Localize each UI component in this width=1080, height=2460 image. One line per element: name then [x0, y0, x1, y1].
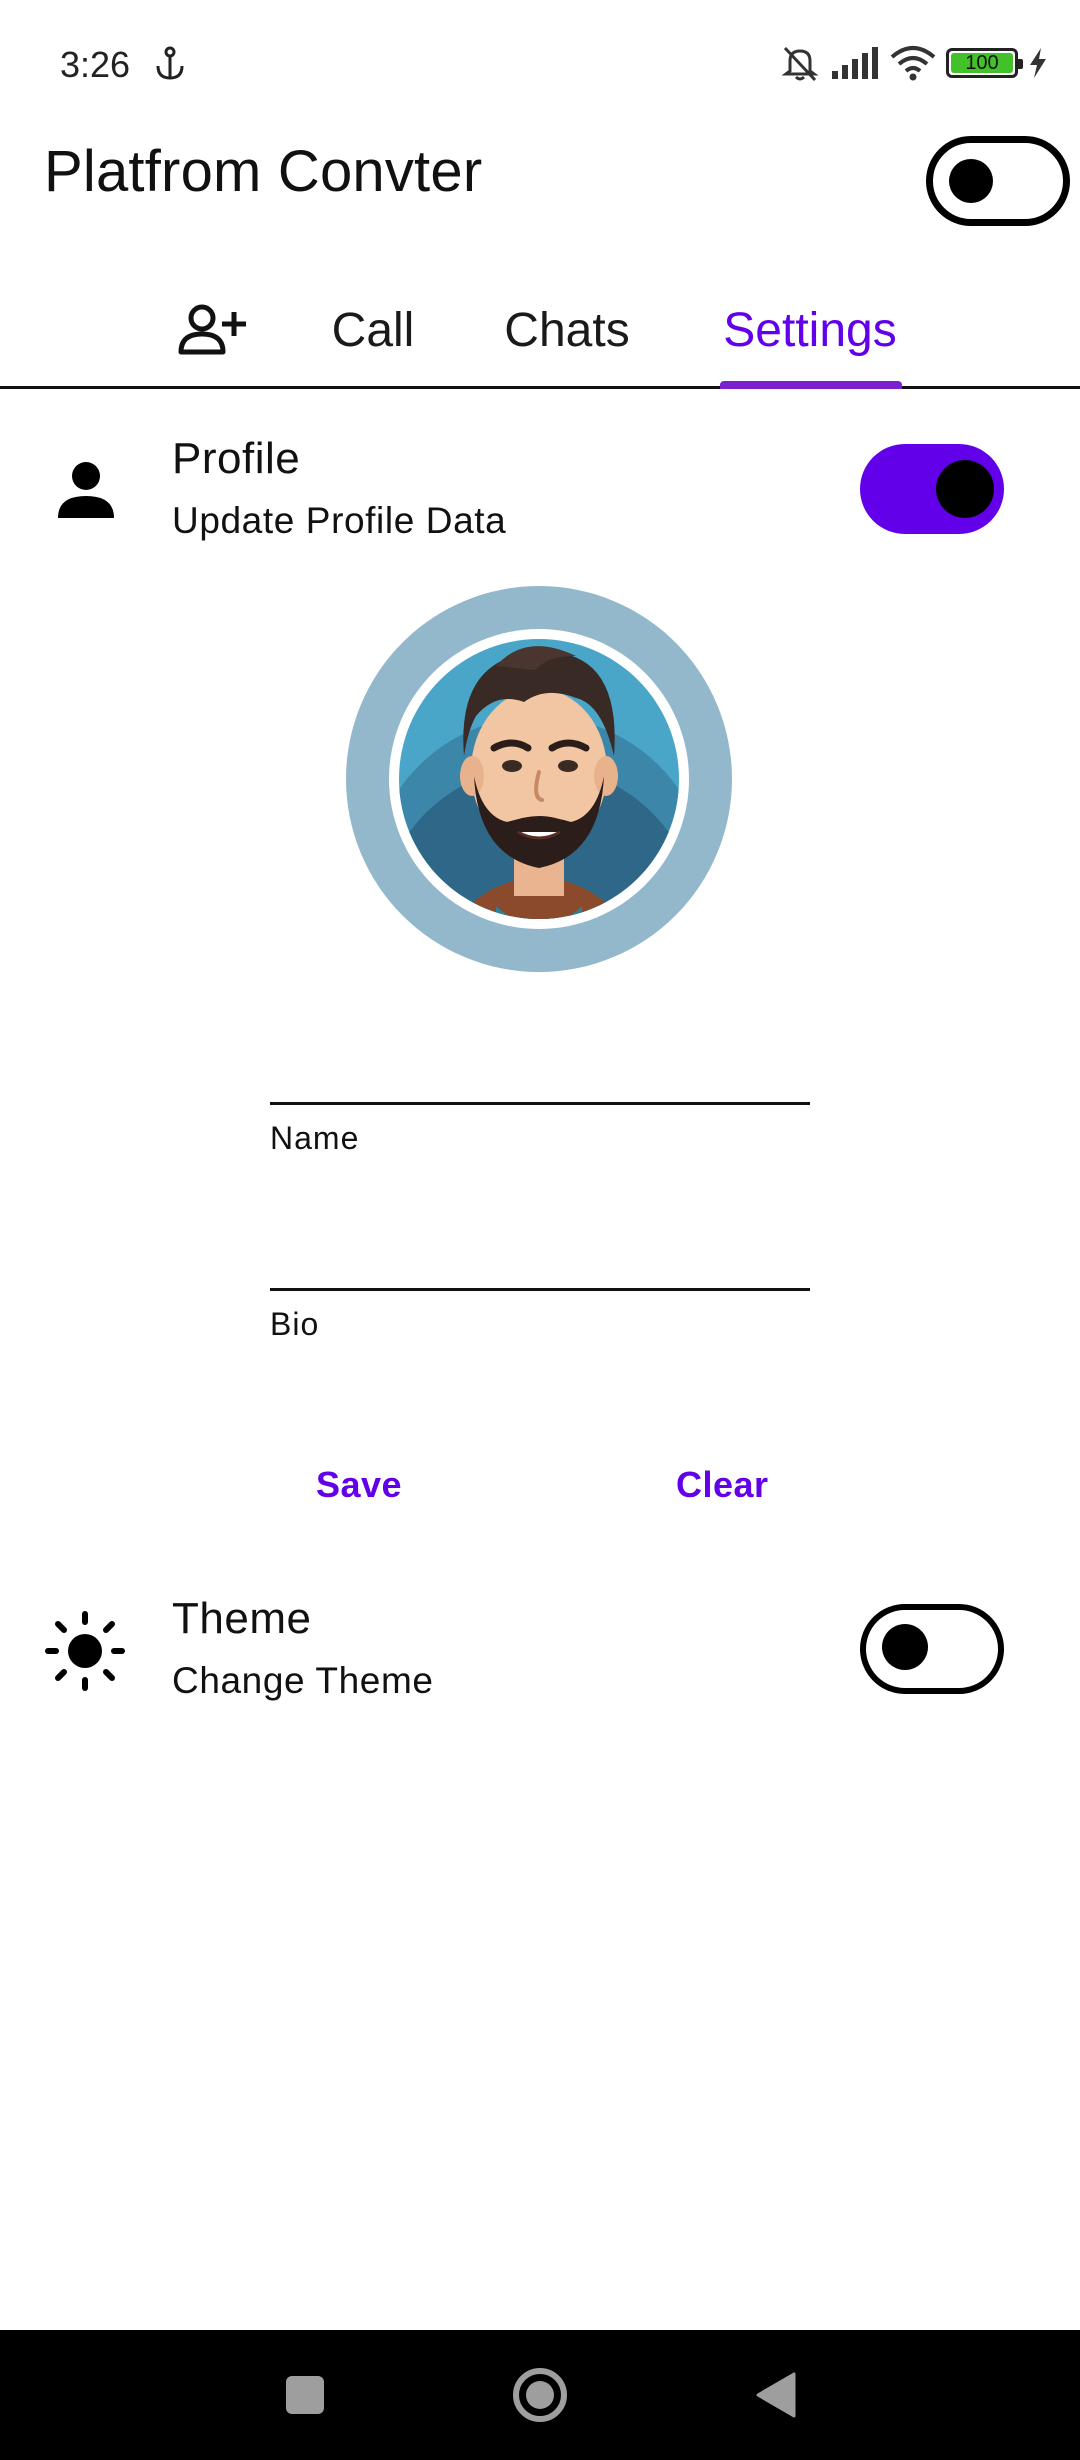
- theme-title: Theme: [172, 1594, 312, 1643]
- save-button[interactable]: Save: [316, 1464, 402, 1506]
- home-button[interactable]: [494, 2330, 586, 2460]
- recents-icon: [286, 2376, 324, 2414]
- bio-field[interactable]: [270, 1206, 810, 1290]
- tab-indicator: [720, 381, 902, 389]
- recents-button[interactable]: [260, 2330, 350, 2460]
- battery-icon: 100: [946, 48, 1023, 78]
- bell-off-icon: [781, 46, 819, 82]
- theme-subtitle: Change Theme: [172, 1660, 434, 1701]
- toggle-thumb: [949, 159, 993, 203]
- sun-icon: [45, 1611, 125, 1691]
- system-nav-bar: [0, 2330, 1080, 2460]
- status-bar: 3:26 100: [0, 0, 1080, 130]
- tab-add-contact[interactable]: [166, 270, 258, 390]
- toggle-thumb: [882, 1624, 928, 1670]
- tab-chats[interactable]: Chats: [492, 270, 642, 390]
- charging-icon: [1030, 48, 1046, 78]
- profile-avatar[interactable]: [346, 586, 732, 972]
- clear-button[interactable]: Clear: [676, 1464, 769, 1506]
- profile-title: Profile: [172, 434, 301, 483]
- profile-toggle-switch[interactable]: [860, 444, 1004, 534]
- back-icon: [756, 2372, 796, 2418]
- status-icons: 100: [780, 40, 1048, 86]
- theme-toggle-switch[interactable]: [860, 1604, 1004, 1694]
- person-add-icon: [178, 304, 246, 355]
- toggle-thumb: [936, 460, 994, 518]
- wifi-icon: [890, 46, 936, 81]
- app-title: Platfrom Convter: [44, 139, 483, 204]
- tab-bar: Call Chats Settings: [0, 270, 1080, 390]
- status-time: 3:26: [60, 44, 131, 85]
- back-button[interactable]: [730, 2330, 820, 2460]
- profile-subtitle: Update Profile Data: [172, 500, 507, 541]
- name-field-label: Name: [270, 1120, 360, 1156]
- name-field[interactable]: [270, 1020, 810, 1104]
- home-icon: [513, 2368, 567, 2422]
- signal-icon: [832, 47, 878, 79]
- tabs-divider: [0, 386, 1080, 389]
- bio-field-label: Bio: [270, 1306, 320, 1342]
- battery-level: 100: [965, 52, 999, 74]
- anchor-icon: [156, 46, 184, 80]
- tab-call[interactable]: Call: [318, 270, 428, 390]
- person-icon: [58, 462, 114, 518]
- tab-settings[interactable]: Settings: [716, 270, 904, 390]
- appbar-toggle-switch[interactable]: [926, 136, 1070, 226]
